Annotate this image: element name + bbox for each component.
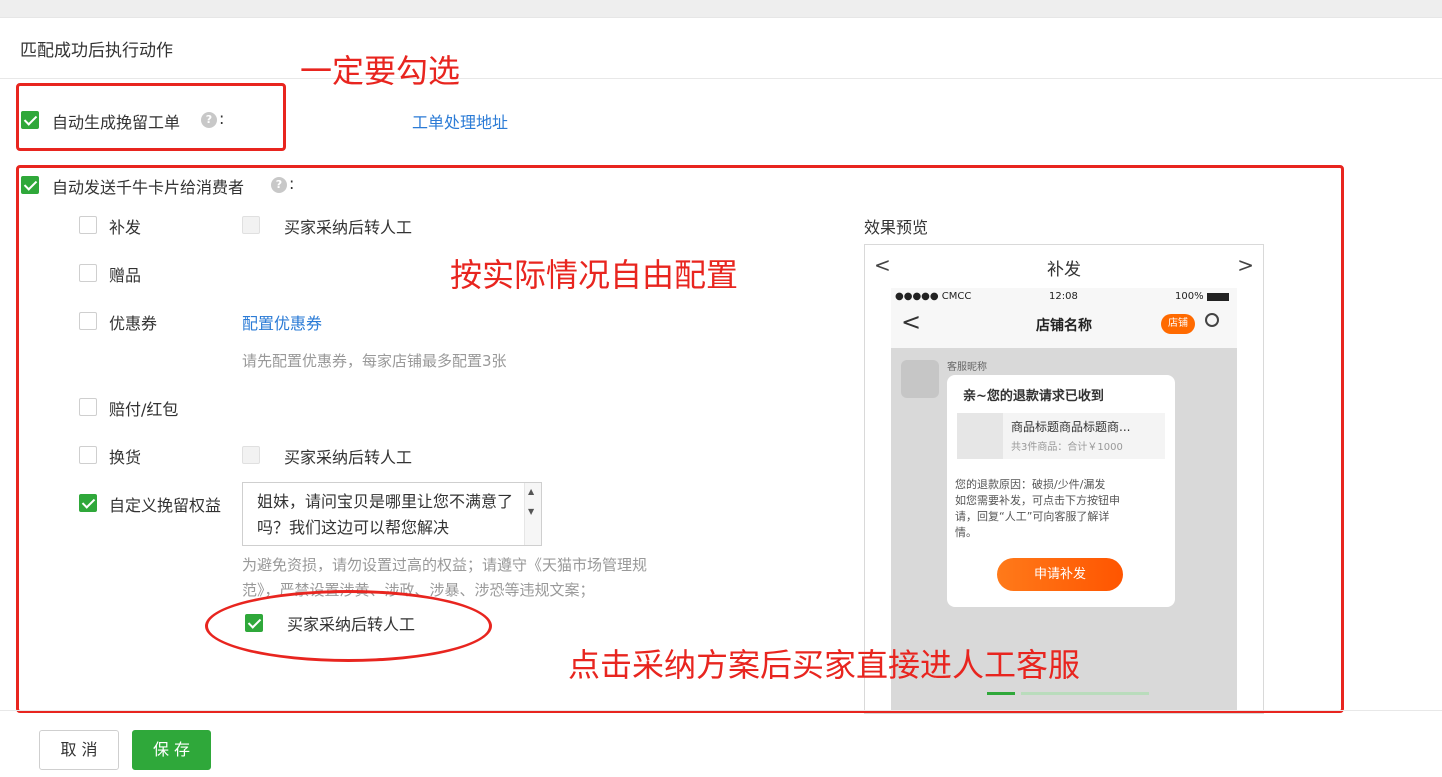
footer-divider [0,710,1442,711]
top-bar [0,0,1442,17]
annotation-adopt-note: 点击采纳方案后买家直接进人工客服 [568,646,1081,684]
section-title: 匹配成功后执行动作 [20,41,173,61]
annotation-free-config: 按实际情况自由配置 [450,256,739,294]
save-button[interactable]: 保 存 [132,730,211,770]
annotation-ellipse [205,590,492,662]
section-divider [0,78,1442,79]
annotation-must-check: 一定要勾选 [300,52,461,90]
annotation-box-ticket [16,83,286,151]
cancel-button[interactable]: 取 消 [39,730,119,770]
ticket-address-link[interactable]: 工单处理地址 [412,109,508,133]
